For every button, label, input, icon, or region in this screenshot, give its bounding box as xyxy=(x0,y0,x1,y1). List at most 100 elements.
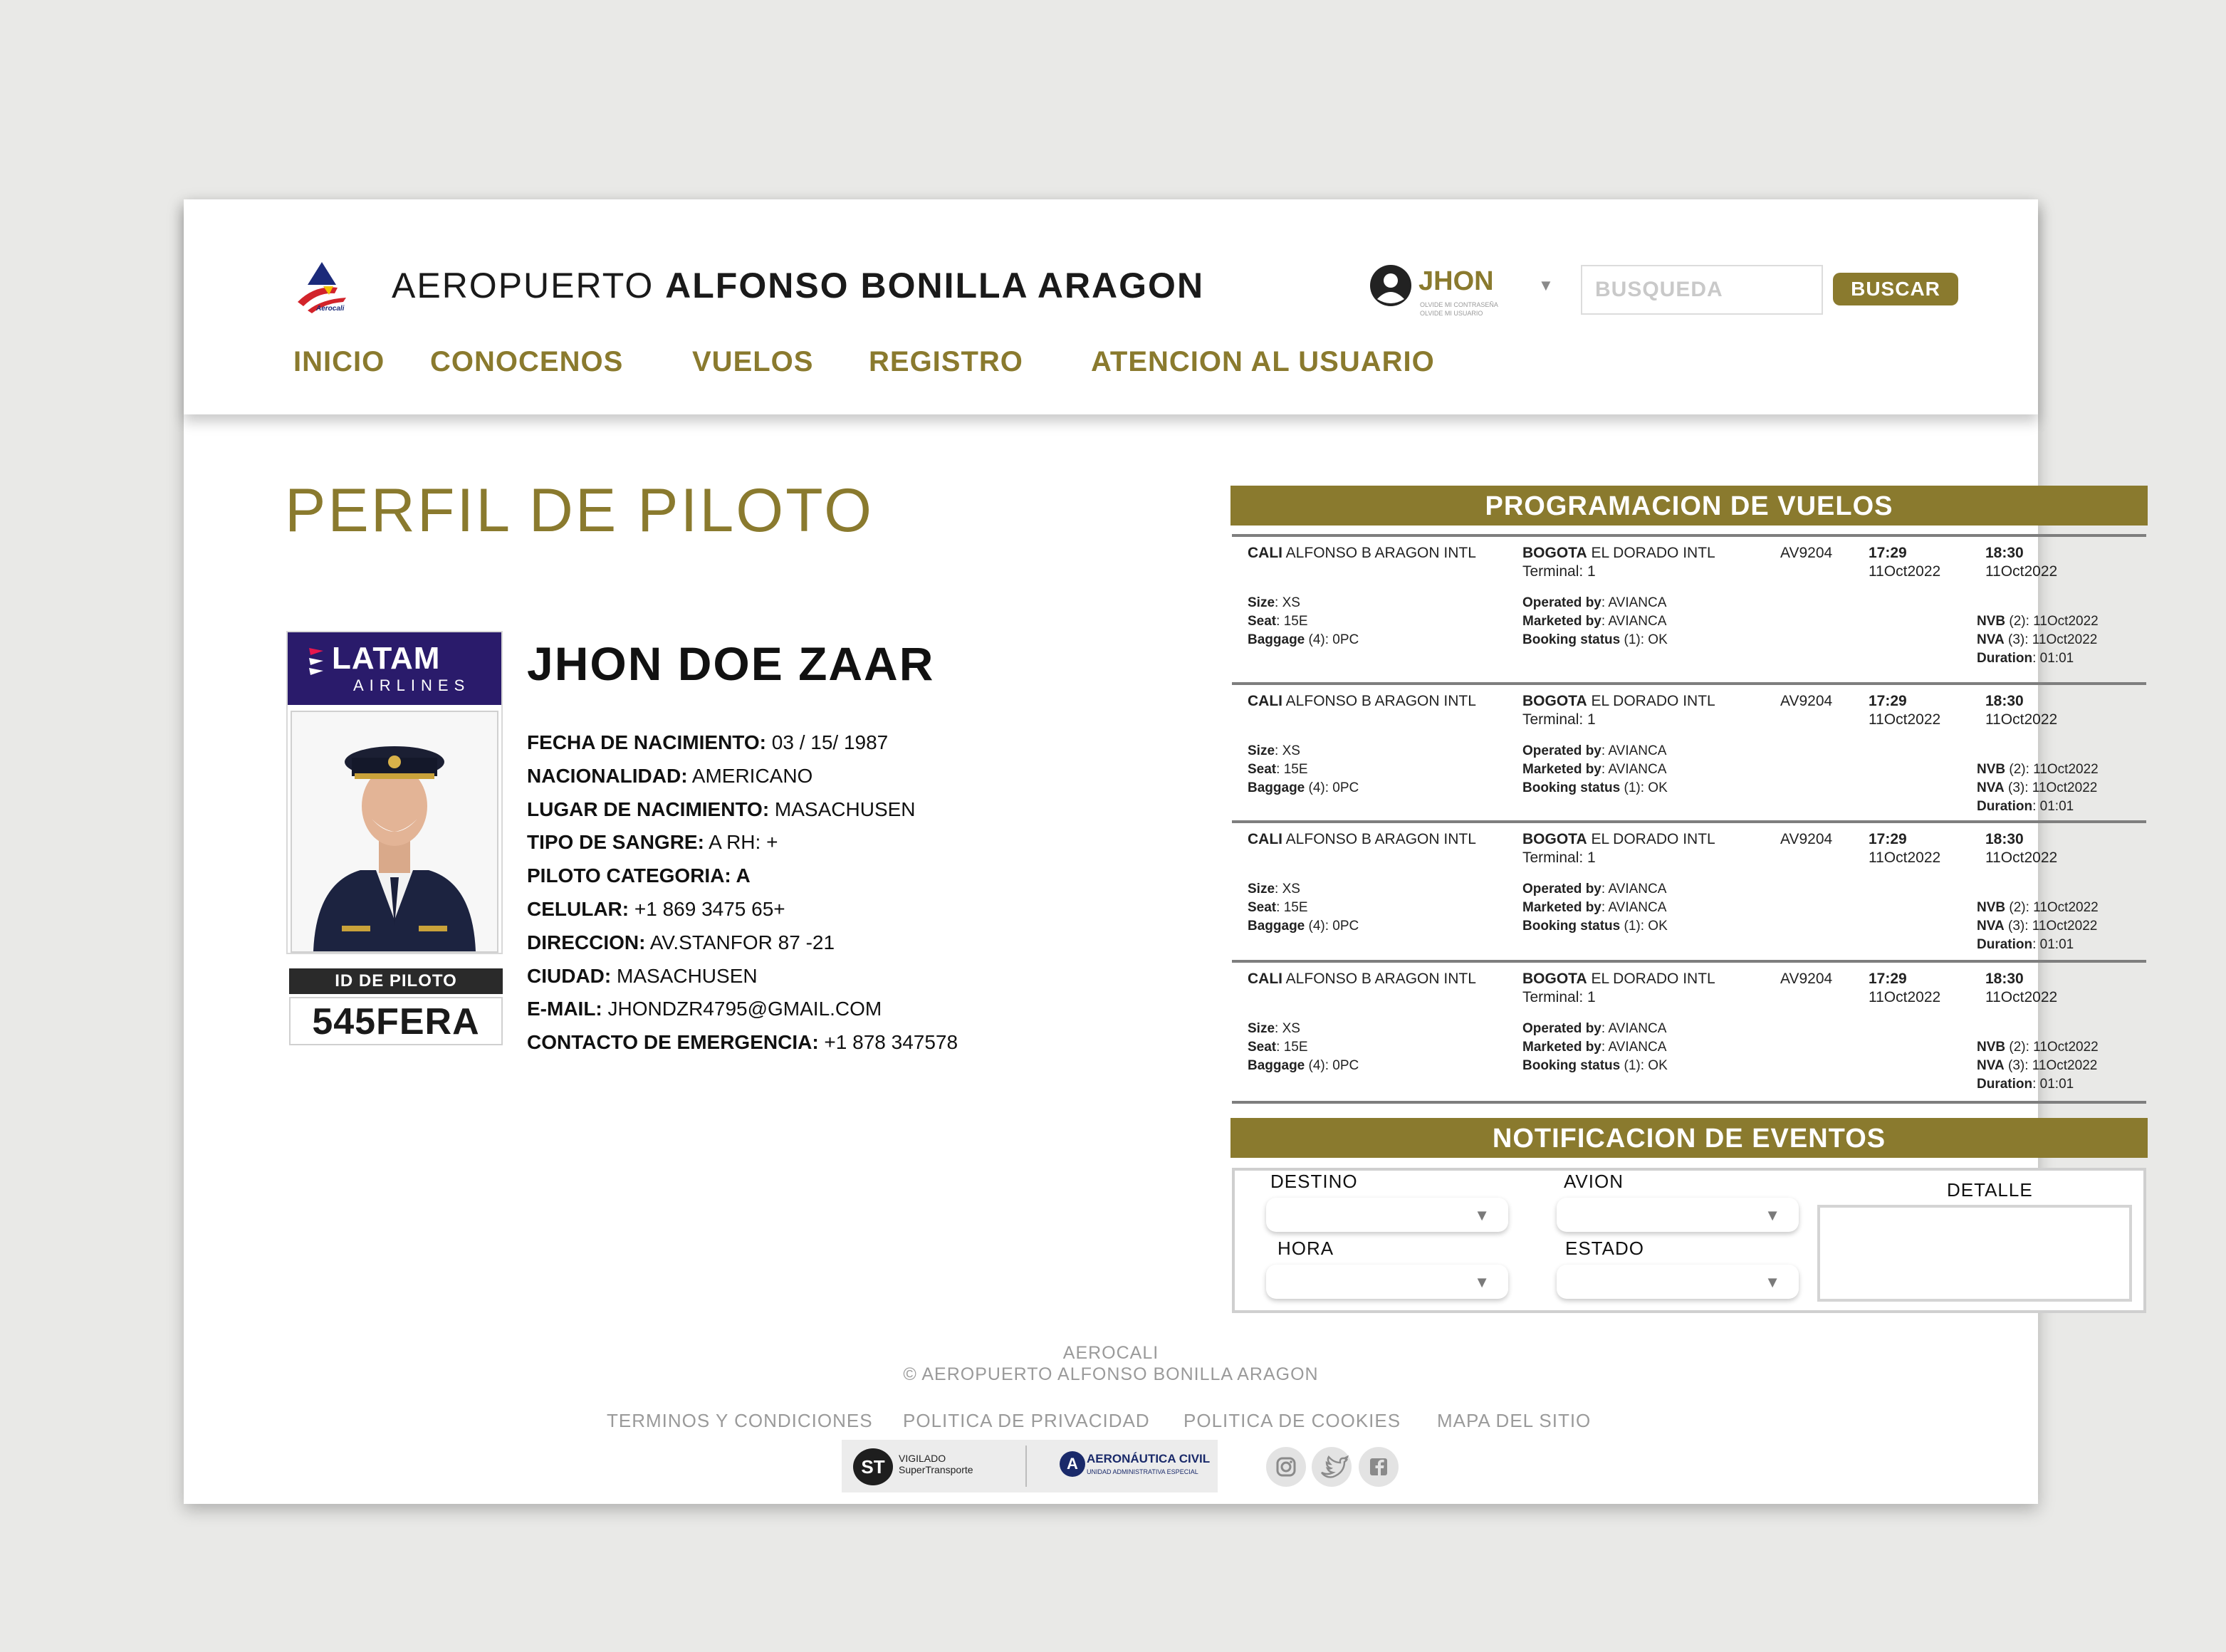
footer-brand: AEROCALI xyxy=(1062,1343,1159,1363)
flight-nva: NVA (3): 11Oct2022 xyxy=(1977,780,2098,795)
chevron-down-icon: ▼ xyxy=(1474,1206,1490,1224)
avion-label: AVION xyxy=(1564,1171,1624,1192)
footer-link-terminos[interactable]: TERMINOS Y CONDICIONES xyxy=(607,1410,873,1432)
flight-booking-status: Booking status (1): OK xyxy=(1522,780,1668,795)
avion-select[interactable]: ▼ xyxy=(1557,1198,1799,1232)
flight-terminal: Terminal: 1 xyxy=(1522,989,1596,1005)
flight-departure-time: 17:29 xyxy=(1869,971,1907,987)
flight-row[interactable]: CALI ALFONSO B ARAGON INTL BOGOTA EL DOR… xyxy=(1232,534,2146,682)
site-title: AEROPUERTO ALFONSO BONILLA ARAGON xyxy=(392,265,1204,306)
flight-number: AV9204 xyxy=(1780,545,1833,561)
flight-row[interactable]: CALI ALFONSO B ARAGON INTL BOGOTA EL DOR… xyxy=(1232,682,2146,820)
flight-departure-date: 11Oct2022 xyxy=(1869,563,1941,580)
destino-select[interactable]: ▼ xyxy=(1266,1198,1508,1232)
info-direccion: DIRECCION: AV.STANFOR 87 -21 xyxy=(527,931,835,953)
flight-arrival-time: 18:30 xyxy=(1985,693,2024,709)
twitter-icon[interactable] xyxy=(1312,1447,1352,1487)
nav-atencion-al-usuario[interactable]: ATENCION AL USUARIO xyxy=(1091,346,1435,378)
nav-registro[interactable]: REGISTRO xyxy=(869,346,1023,378)
flight-row[interactable]: CALI ALFONSO B ARAGON INTL BOGOTA EL DOR… xyxy=(1232,820,2146,960)
flight-size: Size: XS xyxy=(1248,1021,1300,1036)
flight-departure-date: 11Oct2022 xyxy=(1869,849,1941,866)
info-email: E-MAIL: JHONDZR4795@GMAIL.COM xyxy=(527,998,882,1020)
flight-seat: Seat: 15E xyxy=(1248,614,1308,629)
facebook-icon[interactable] xyxy=(1359,1447,1399,1487)
search-input[interactable] xyxy=(1581,265,1823,315)
flight-marketed-by: Marketed by: AVIANCA xyxy=(1522,614,1667,629)
user-name[interactable]: JHON xyxy=(1418,266,1494,297)
pilot-badge: LATAM AIRLINES xyxy=(286,631,503,954)
flight-size: Size: XS xyxy=(1248,743,1300,758)
flight-nva: NVA (3): 11Oct2022 xyxy=(1977,919,2098,934)
flight-duration: Duration: 01:01 xyxy=(1977,799,2074,814)
estado-select[interactable]: ▼ xyxy=(1557,1265,1799,1299)
flight-duration: Duration: 01:01 xyxy=(1977,1077,2074,1092)
flight-terminal: Terminal: 1 xyxy=(1522,563,1596,580)
destino-label: DESTINO xyxy=(1270,1171,1358,1192)
airline-logo: LATAM AIRLINES xyxy=(288,632,501,705)
hora-label: HORA xyxy=(1277,1238,1334,1259)
detalle-textarea[interactable] xyxy=(1817,1205,2132,1302)
pilot-name: JHON DOE ZAAR xyxy=(527,637,935,690)
site-title-bold: ALFONSO BONILLA ARAGON xyxy=(665,266,1205,305)
footer-link-mapa[interactable]: MAPA DEL SITIO xyxy=(1437,1410,1591,1432)
flight-size: Size: XS xyxy=(1248,595,1300,610)
footer-link-cookies[interactable]: POLITICA DE COOKIES xyxy=(1183,1410,1401,1432)
pilot-id-value: 545FERA xyxy=(289,997,503,1045)
instagram-icon[interactable] xyxy=(1266,1447,1306,1487)
flight-departure-time: 17:29 xyxy=(1869,545,1907,561)
aeronautica-logo: A xyxy=(1060,1451,1085,1477)
flight-duration: Duration: 01:01 xyxy=(1977,651,2074,666)
flight-operated-by: Operated by: AVIANCA xyxy=(1522,743,1667,758)
info-lugar-nacimiento: LUGAR DE NACIMIENTO: MASACHUSEN xyxy=(527,798,916,820)
site-header: Aerocali AEROPUERTO ALFONSO BONILLA ARAG… xyxy=(184,199,2038,414)
hora-select[interactable]: ▼ xyxy=(1266,1265,1508,1299)
regulator-seals: ST VIGILADO SuperTransporte A AERONÁUTIC… xyxy=(842,1440,1218,1492)
forgot-password-link[interactable]: OLVIDE MI CONTRASEÑA xyxy=(1420,300,1498,309)
flight-destination: BOGOTA EL DORADO INTL xyxy=(1522,831,1715,847)
flight-departure-date: 11Oct2022 xyxy=(1869,989,1941,1005)
flight-number: AV9204 xyxy=(1780,971,1833,987)
nav-inicio[interactable]: INICIO xyxy=(293,346,385,378)
events-section-title: NOTIFICACION DE EVENTOS xyxy=(1230,1118,2148,1158)
chevron-down-icon[interactable]: ▼ xyxy=(1538,276,1554,295)
flight-departure-date: 11Oct2022 xyxy=(1869,711,1941,728)
flight-arrival-date: 11Oct2022 xyxy=(1985,989,2058,1005)
seal-divider xyxy=(1025,1446,1027,1487)
estado-label: ESTADO xyxy=(1565,1238,1644,1259)
flight-terminal: Terminal: 1 xyxy=(1522,849,1596,866)
flight-booking-status: Booking status (1): OK xyxy=(1522,1058,1668,1073)
info-celular: CELULAR: +1 869 3475 65+ xyxy=(527,897,785,920)
site-title-light: AEROPUERTO xyxy=(392,266,666,305)
flight-operated-by: Operated by: AVIANCA xyxy=(1522,595,1667,610)
flight-duration: Duration: 01:01 xyxy=(1977,937,2074,952)
supertransporte-logo: ST xyxy=(853,1448,893,1485)
flights-section-title: PROGRAMACION DE VUELOS xyxy=(1230,486,2148,526)
airline-name: LATAM xyxy=(332,641,441,676)
flight-baggage: Baggage (4): 0PC xyxy=(1248,632,1359,647)
info-ciudad: CIUDAD: MASACHUSEN xyxy=(527,964,758,987)
flight-marketed-by: Marketed by: AVIANCA xyxy=(1522,1040,1667,1055)
flight-arrival-time: 18:30 xyxy=(1985,831,2024,847)
flight-arrival-date: 11Oct2022 xyxy=(1985,849,2058,866)
latam-mark-icon xyxy=(309,648,323,675)
flight-marketed-by: Marketed by: AVIANCA xyxy=(1522,900,1667,915)
nav-vuelos[interactable]: VUELOS xyxy=(692,346,813,378)
footer-link-privacidad[interactable]: POLITICA DE PRIVACIDAD xyxy=(903,1410,1150,1432)
nav-conocenos[interactable]: CONOCENOS xyxy=(430,346,623,378)
flight-row[interactable]: CALI ALFONSO B ARAGON INTL BOGOTA EL DOR… xyxy=(1232,960,2146,1101)
flight-arrival-time: 18:30 xyxy=(1985,971,2024,987)
forgot-user-link[interactable]: OLVIDE MI USUARIO xyxy=(1420,309,1498,318)
pilot-id-label: ID DE PILOTO xyxy=(289,968,503,994)
logo-caption: Aerocali xyxy=(316,305,345,313)
events-form: DESTINO ▼ AVION ▼ HORA ▼ ESTADO ▼ DETALL… xyxy=(1232,1168,2146,1313)
flight-nvb: NVB (2): 11Oct2022 xyxy=(1977,614,2099,629)
search-button[interactable]: BUSCAR xyxy=(1833,273,1958,305)
flight-operated-by: Operated by: AVIANCA xyxy=(1522,1021,1667,1036)
supertransporte-text: VIGILADO SuperTransporte xyxy=(899,1453,973,1475)
detalle-label: DETALLE xyxy=(1947,1179,2033,1201)
footer-copyright: © AEROPUERTO ALFONSO BONILLA ARAGON xyxy=(903,1364,1319,1384)
user-avatar-icon xyxy=(1370,265,1411,306)
chevron-down-icon: ▼ xyxy=(1474,1273,1490,1291)
flight-arrival-date: 11Oct2022 xyxy=(1985,563,2058,580)
